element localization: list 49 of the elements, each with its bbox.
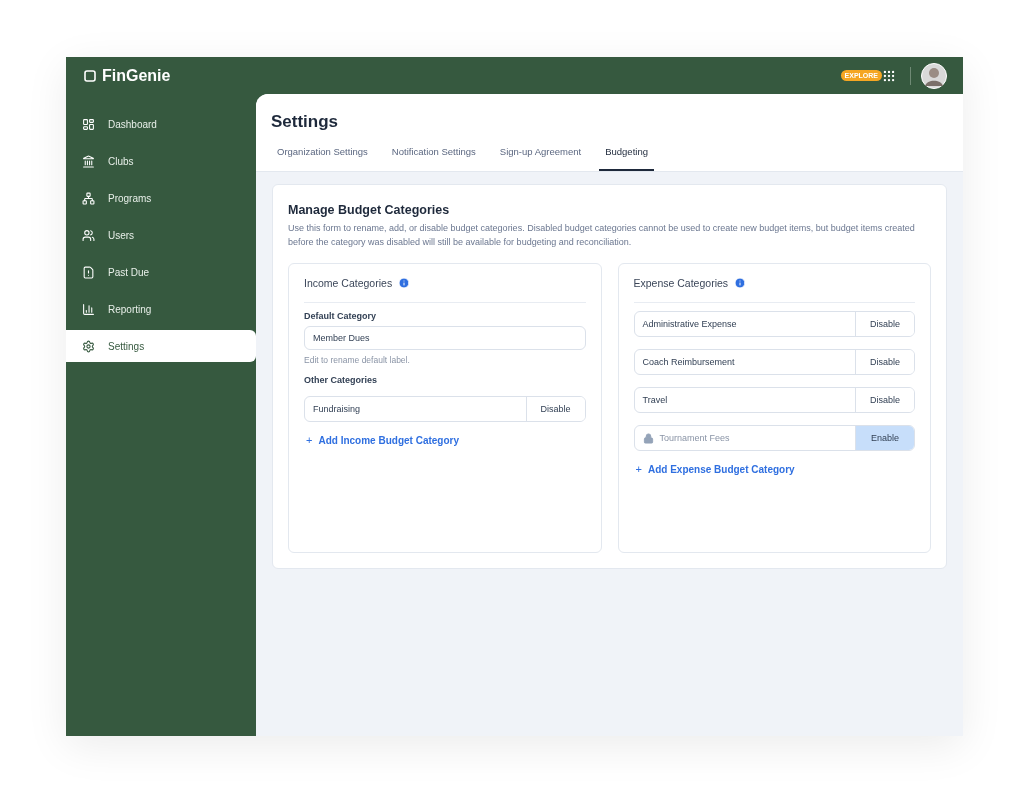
page-title: Settings	[271, 112, 340, 132]
section-title: Manage Budget Categories	[288, 203, 451, 217]
tab[interactable]: Notification Settings	[385, 142, 482, 171]
default-category-field[interactable]: Member Dues	[304, 326, 586, 350]
info-icon[interactable]	[734, 277, 747, 289]
field-label: Other Categories	[304, 375, 379, 385]
lock-icon	[642, 432, 654, 444]
brand-name: FinGenie	[102, 66, 171, 85]
apps-grid-icon[interactable]	[882, 68, 896, 83]
category-name: Administrative Expense	[642, 319, 737, 329]
field-hint: Edit to rename default label.	[304, 355, 411, 365]
toggle-button[interactable]: Disable	[855, 312, 914, 336]
bar-chart-icon	[82, 302, 95, 316]
toggle-button[interactable]: Disable	[855, 388, 914, 412]
category-name: Tournament Fees	[659, 433, 730, 443]
sidebar-item[interactable]: Settings	[66, 330, 256, 362]
category-field[interactable]: Travel Disable	[633, 387, 915, 413]
tab[interactable]: Organization Settings	[271, 142, 374, 171]
users-icon	[82, 228, 95, 242]
dashboard-icon	[82, 117, 95, 131]
sidebar-item[interactable]: Past Due	[66, 256, 256, 288]
section-description: Use this form to rename, add, or disable budget categories. Disabled budget categories cannot be used to create new budget items, but budget items created before the category was disabled will still be available for budgeting and reconciliation.	[288, 222, 916, 249]
category-name: Travel	[642, 395, 668, 405]
category-field[interactable]: Fundraising Disable	[304, 396, 586, 422]
toggle-button[interactable]: Disable	[525, 397, 585, 421]
add-category-link[interactable]: + Add Income Budget Category	[306, 434, 584, 446]
avatar[interactable]	[921, 62, 947, 89]
sidebar-item[interactable]: Reporting	[66, 293, 256, 325]
sidebar-item[interactable]: Programs	[66, 182, 256, 214]
bank-icon	[82, 154, 95, 168]
alert-file-icon	[82, 265, 95, 279]
add-category-link[interactable]: + Add Expense Budget Category	[635, 463, 913, 475]
field-label: Default Category	[304, 311, 377, 321]
sidebar-item[interactable]: Clubs	[66, 145, 256, 177]
sidebar-item[interactable]: Users	[66, 219, 256, 251]
info-icon[interactable]	[398, 277, 411, 289]
logo-icon	[84, 69, 96, 82]
toggle-button[interactable]: Disable	[855, 350, 914, 374]
settings-icon	[82, 339, 95, 353]
hierarchy-icon	[82, 191, 95, 205]
tab[interactable]: Sign-up Agreement	[493, 142, 588, 171]
category-name: Coach Reimbursement	[642, 357, 735, 367]
panel-title: Income Categories	[304, 277, 393, 289]
panel-title: Expense Categories	[633, 277, 729, 289]
sidebar-item[interactable]: Dashboard	[66, 108, 256, 140]
category-field[interactable]: Coach Reimbursement Disable	[633, 349, 915, 375]
category-name: Fundraising	[313, 404, 361, 414]
tab[interactable]: Budgeting	[599, 142, 654, 171]
category-field[interactable]: Administrative Expense Disable	[633, 311, 915, 337]
